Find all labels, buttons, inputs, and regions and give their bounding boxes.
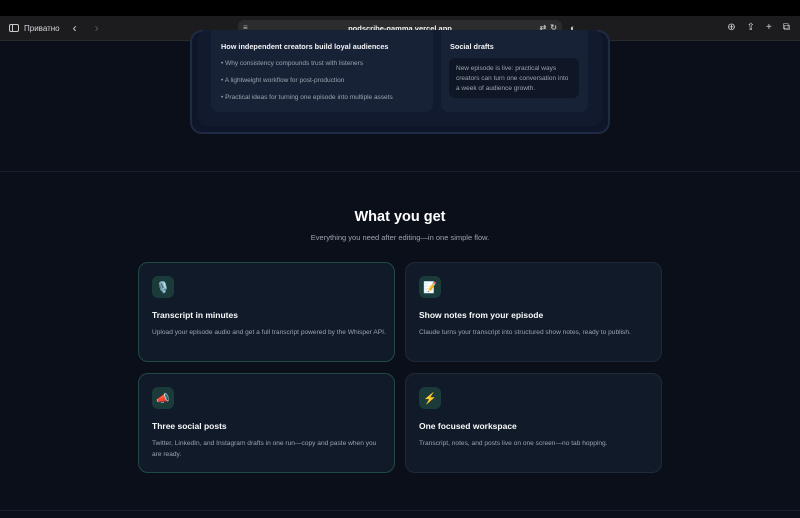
new-tab-icon[interactable]: + (766, 22, 772, 33)
private-label: Приватно (24, 23, 60, 33)
microphone-icon: 🎙️ (152, 276, 174, 298)
preview-bullet: • A lightweight workflow for post-produc… (221, 77, 345, 84)
section-title: What you get (354, 209, 446, 225)
memo-icon: 📝 (419, 276, 441, 298)
feature-title: Show notes from your episode (419, 310, 544, 320)
preview-bullet: • Why consistency compounds trust with l… (221, 60, 364, 67)
section-divider (0, 510, 800, 511)
preview-bullet: • Practical ideas for turning one episod… (221, 94, 393, 101)
feature-card-workspace: ⚡ One focused workspace Transcript, note… (405, 373, 662, 473)
feature-title: One focused workspace (419, 421, 517, 431)
feature-title: Transcript in minutes (152, 310, 238, 320)
feature-card-transcript: 🎙️ Transcript in minutes Upload your epi… (138, 262, 395, 362)
feature-card-social-posts: 📣 Three social posts Twitter, LinkedIn, … (138, 373, 395, 473)
section-subtitle: Everything you need after editing—in one… (310, 233, 490, 242)
feature-title: Three social posts (152, 421, 227, 431)
feature-description: Transcript, notes, and posts live on one… (419, 440, 608, 447)
feature-description: Twitter, LinkedIn, and Instagram drafts … (152, 440, 377, 458)
feature-description: Claude turns your transcript into struct… (419, 329, 631, 336)
forward-button[interactable]: › (90, 21, 104, 35)
megaphone-icon: 📣 (152, 387, 174, 409)
lightning-icon: ⚡ (419, 387, 441, 409)
social-draft-text: New episode is live: practical ways crea… (449, 58, 579, 98)
share-icon[interactable]: ⇪ (747, 22, 755, 33)
back-button[interactable]: ‹ (68, 21, 82, 35)
download-icon[interactable]: ⊕ (727, 22, 735, 33)
tab-overview-icon[interactable]: ⧉ (783, 22, 790, 33)
feature-card-show-notes: 📝 Show notes from your episode Claude tu… (405, 262, 662, 362)
sidebar-icon (9, 24, 19, 32)
preview-post-title: How independent creators build loyal aud… (221, 42, 389, 51)
sidebar-toggle-button[interactable]: Приватно (9, 24, 60, 33)
feature-description: Upload your episode audio and get a full… (152, 329, 386, 336)
section-divider (0, 171, 800, 172)
social-drafts-title: Social drafts (450, 42, 494, 51)
top-strip (0, 0, 800, 16)
